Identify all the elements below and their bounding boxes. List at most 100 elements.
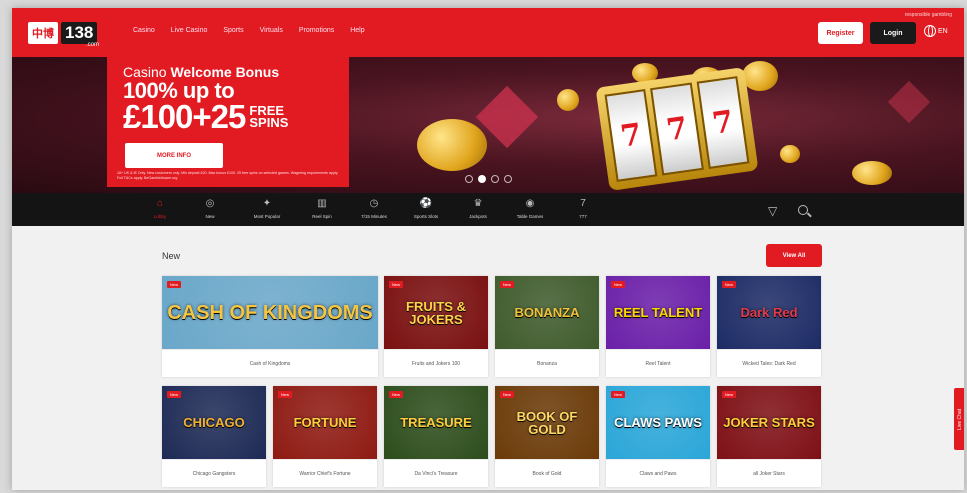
coin-decoration [417, 119, 487, 171]
nav-live-casino[interactable]: Live Casino [171, 27, 208, 34]
category-bar: ⌂ Lobby ◎ New ✦ Most Popular ▥ Reel Spin ◷ 7/15 M… [12, 193, 964, 226]
new-badge: New [611, 391, 626, 398]
search-icon[interactable] [798, 205, 808, 215]
category-label: 777 [579, 214, 587, 219]
game-art-title: FRUITS & JOKERS [406, 298, 466, 327]
new-badge: New [278, 391, 293, 398]
globe-icon [924, 25, 936, 37]
category-777[interactable]: 7 777 [561, 197, 605, 219]
category-sports-slots[interactable]: ⚽ Sports Slots [404, 197, 448, 219]
logo-suffix: .com [86, 42, 100, 48]
coin-decoration [852, 161, 892, 185]
game-thumbnail[interactable]: CASH OF KINGDOMS [162, 276, 378, 349]
game-tile[interactable]: FRUITS & JOKERS New Fruits and Jokers 100 [384, 276, 488, 377]
game-art-title: BONANZA [514, 305, 580, 320]
register-button[interactable]: Register [818, 22, 863, 44]
category-label: Reel Spin [312, 214, 332, 219]
coin-decoration [742, 61, 778, 91]
site-logo[interactable]: 中博 138 .com [28, 21, 100, 48]
hero-banner[interactable]: Casino Welcome Bonus 100% up to £100+25 … [12, 57, 964, 193]
nav-sports[interactable]: Sports [223, 27, 243, 34]
more-info-button[interactable]: MORE INFO [125, 143, 223, 168]
game-tile[interactable]: REEL TALENT New Reel Talent [606, 276, 710, 377]
filter-icon[interactable]: ▽ [768, 204, 777, 218]
logo-chinese: 中博 [28, 22, 58, 44]
category-reel-spin[interactable]: ▥ Reel Spin [300, 197, 344, 219]
language-selector[interactable]: EN [924, 25, 948, 37]
game-tile[interactable]: JOKER STARS New all Joker Stars [717, 386, 821, 487]
category-label: Lobby [153, 214, 167, 219]
new-badge: New [722, 281, 737, 288]
nav-casino[interactable]: Casino [133, 27, 155, 34]
category-label: Table Games [516, 214, 544, 219]
game-name: Book of Gold [495, 459, 599, 487]
carousel-dot[interactable] [491, 175, 499, 183]
game-art-title: TREASURE [400, 415, 472, 430]
game-name: Claws and Paws [606, 459, 710, 487]
promo-terms: 18+ UK & IE Only. New customers only. Mi… [117, 171, 339, 180]
category-jackpots[interactable]: ♛ Jackpots [456, 197, 500, 219]
jackpot-icon: ♛ [473, 198, 483, 209]
game-tile[interactable]: TREASURE New Da Vinci's Treasure [384, 386, 488, 487]
clock-icon: ◷ [369, 198, 379, 209]
new-badge: New [722, 391, 737, 398]
promo-free-spins: FREE SPINS [249, 103, 289, 130]
category-7-15-minutes[interactable]: ◷ 7/15 Minutes [352, 197, 396, 219]
game-art-title: CHICAGO [183, 415, 245, 430]
browser-page: 中博 138 .com Casino Live Casino Sports Vi… [12, 8, 964, 490]
slot-reel: 7 [604, 89, 658, 182]
game-name: Reel Talent [606, 349, 710, 377]
new-badge: New [500, 281, 515, 288]
game-tile[interactable]: BOOK OF GOLD New Book of Gold [495, 386, 599, 487]
carousel-dots [465, 175, 512, 183]
promo-card: Casino Welcome Bonus 100% up to £100+25 … [107, 57, 349, 187]
carousel-dot[interactable] [465, 175, 473, 183]
nav-help[interactable]: Help [350, 27, 364, 34]
game-name: Bonanza [495, 349, 599, 377]
promo-amount: £100+25 [123, 98, 246, 135]
game-tile[interactable]: Dark Red New Wicked Tales: Dark Red [717, 276, 821, 377]
game-tile[interactable]: CHICAGO New Chicago Gangsters [162, 386, 266, 487]
game-tile[interactable]: BONANZA New Bonanza [495, 276, 599, 377]
category-label: New [205, 214, 215, 219]
top-header: 中博 138 .com Casino Live Casino Sports Vi… [12, 8, 964, 57]
logo-number: 138 [61, 22, 98, 44]
category-most-popular[interactable]: ✦ Most Popular [245, 197, 289, 219]
nav-virtuals[interactable]: Virtuals [260, 27, 283, 34]
home-icon: ⌂ [156, 198, 164, 209]
carousel-dot[interactable] [504, 175, 512, 183]
game-name: Chicago Gangsters [162, 459, 266, 487]
game-art-title: REEL TALENT [613, 305, 703, 320]
new-badge: New [611, 281, 626, 288]
view-all-button[interactable]: View All [766, 244, 822, 267]
new-badge: New [500, 391, 515, 398]
game-name: Cash of Kingdoms [162, 349, 378, 377]
live-chat-button[interactable]: Live Chat [954, 388, 964, 450]
game-tile[interactable]: CASH OF KINGDOMS New Cash of Kingdoms [162, 276, 378, 377]
ball-icon: ⚽ [419, 198, 433, 209]
coin-decoration [557, 89, 579, 111]
category-new[interactable]: ◎ New [188, 197, 232, 219]
slot-icon: ▥ [317, 198, 327, 209]
game-art-title: Dark Red [740, 305, 798, 320]
category-lobby[interactable]: ⌂ Lobby [138, 197, 182, 219]
coin-decoration [780, 145, 800, 163]
game-art-title: FORTUNE [293, 415, 357, 430]
chip-icon: ◉ [525, 198, 535, 209]
game-tile[interactable]: CLAWS PAWS New Claws and Paws [606, 386, 710, 487]
game-tile[interactable]: FORTUNE New Warrior Chief's Fortune [273, 386, 377, 487]
new-badge: New [389, 391, 404, 398]
carousel-dot[interactable] [478, 175, 486, 183]
nav-promotions[interactable]: Promotions [299, 27, 334, 34]
new-badge: New [389, 281, 404, 288]
slot-reel: 7 [696, 76, 750, 170]
slot-reel: 7 [650, 82, 704, 176]
game-name: Warrior Chief's Fortune [273, 459, 377, 487]
responsible-gambling-link[interactable]: responsible gambling [905, 12, 952, 18]
game-name: all Joker Stars [717, 459, 821, 487]
login-button[interactable]: Login [870, 22, 916, 44]
game-art-title: BOOK OF GOLD [516, 408, 578, 437]
category-table-games[interactable]: ◉ Table Games [508, 197, 552, 219]
star-icon: ✦ [262, 198, 272, 209]
promo-line-3: £100+25 FREE SPINS [123, 98, 333, 135]
